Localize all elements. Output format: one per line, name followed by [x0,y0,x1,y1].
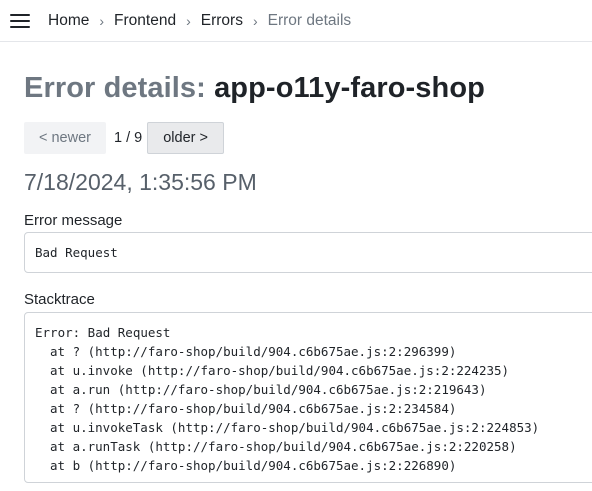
page-title-prefix: Error details: [24,72,206,104]
older-button[interactable]: older > [147,122,224,154]
chevron-right-icon: › [252,12,258,29]
hamburger-menu-icon[interactable] [10,13,30,28]
breadcrumb-current: Error details [267,11,352,29]
stacktrace-frame: at ? (http://faro-shop/build/904.c6b675a… [50,344,457,359]
stacktrace-header: Error: Bad Request [35,325,171,340]
page-title: Error details: app-o11y-faro-shop [24,72,485,105]
stacktrace-frame: at a.runTask (http://faro-shop/build/904… [50,439,517,454]
stacktrace-frame: at b (http://faro-shop/build/904.c6b675a… [50,458,457,473]
breadcrumb-frontend[interactable]: Frontend [114,12,176,30]
breadcrumb-errors[interactable]: Errors [201,12,243,30]
stacktrace-frame: at u.invoke (http://faro-shop/build/904.… [50,363,510,378]
error-message-label: Error message [24,212,123,229]
breadcrumb: Home › Frontend › Errors › Error details [48,12,351,30]
app-name: app-o11y-faro-shop [214,72,485,104]
pager: < newer 1 / 9 older > [24,122,224,154]
error-message-field[interactable]: Bad Request [24,232,592,273]
stacktrace-frame: at ? (http://faro-shop/build/904.c6b675a… [50,401,457,416]
error-timestamp: 7/18/2024, 1:35:56 PM [24,169,257,195]
page-position: 1 / 9 [114,130,143,146]
error-message-value: Bad Request [35,245,118,260]
stacktrace-frame: at a.run (http://faro-shop/build/904.c6b… [50,382,487,397]
top-bar: Home › Frontend › Errors › Error details [0,0,592,42]
chevron-right-icon: › [99,12,105,29]
newer-button[interactable]: < newer [24,122,106,154]
breadcrumb-home[interactable]: Home [48,12,89,30]
stacktrace-frame: at u.invokeTask (http://faro-shop/build/… [50,420,540,435]
stacktrace-field[interactable]: Error: Bad Request at ? (http://faro-sho… [24,312,592,483]
stacktrace-label: Stacktrace [24,291,95,308]
chevron-right-icon: › [186,12,191,29]
